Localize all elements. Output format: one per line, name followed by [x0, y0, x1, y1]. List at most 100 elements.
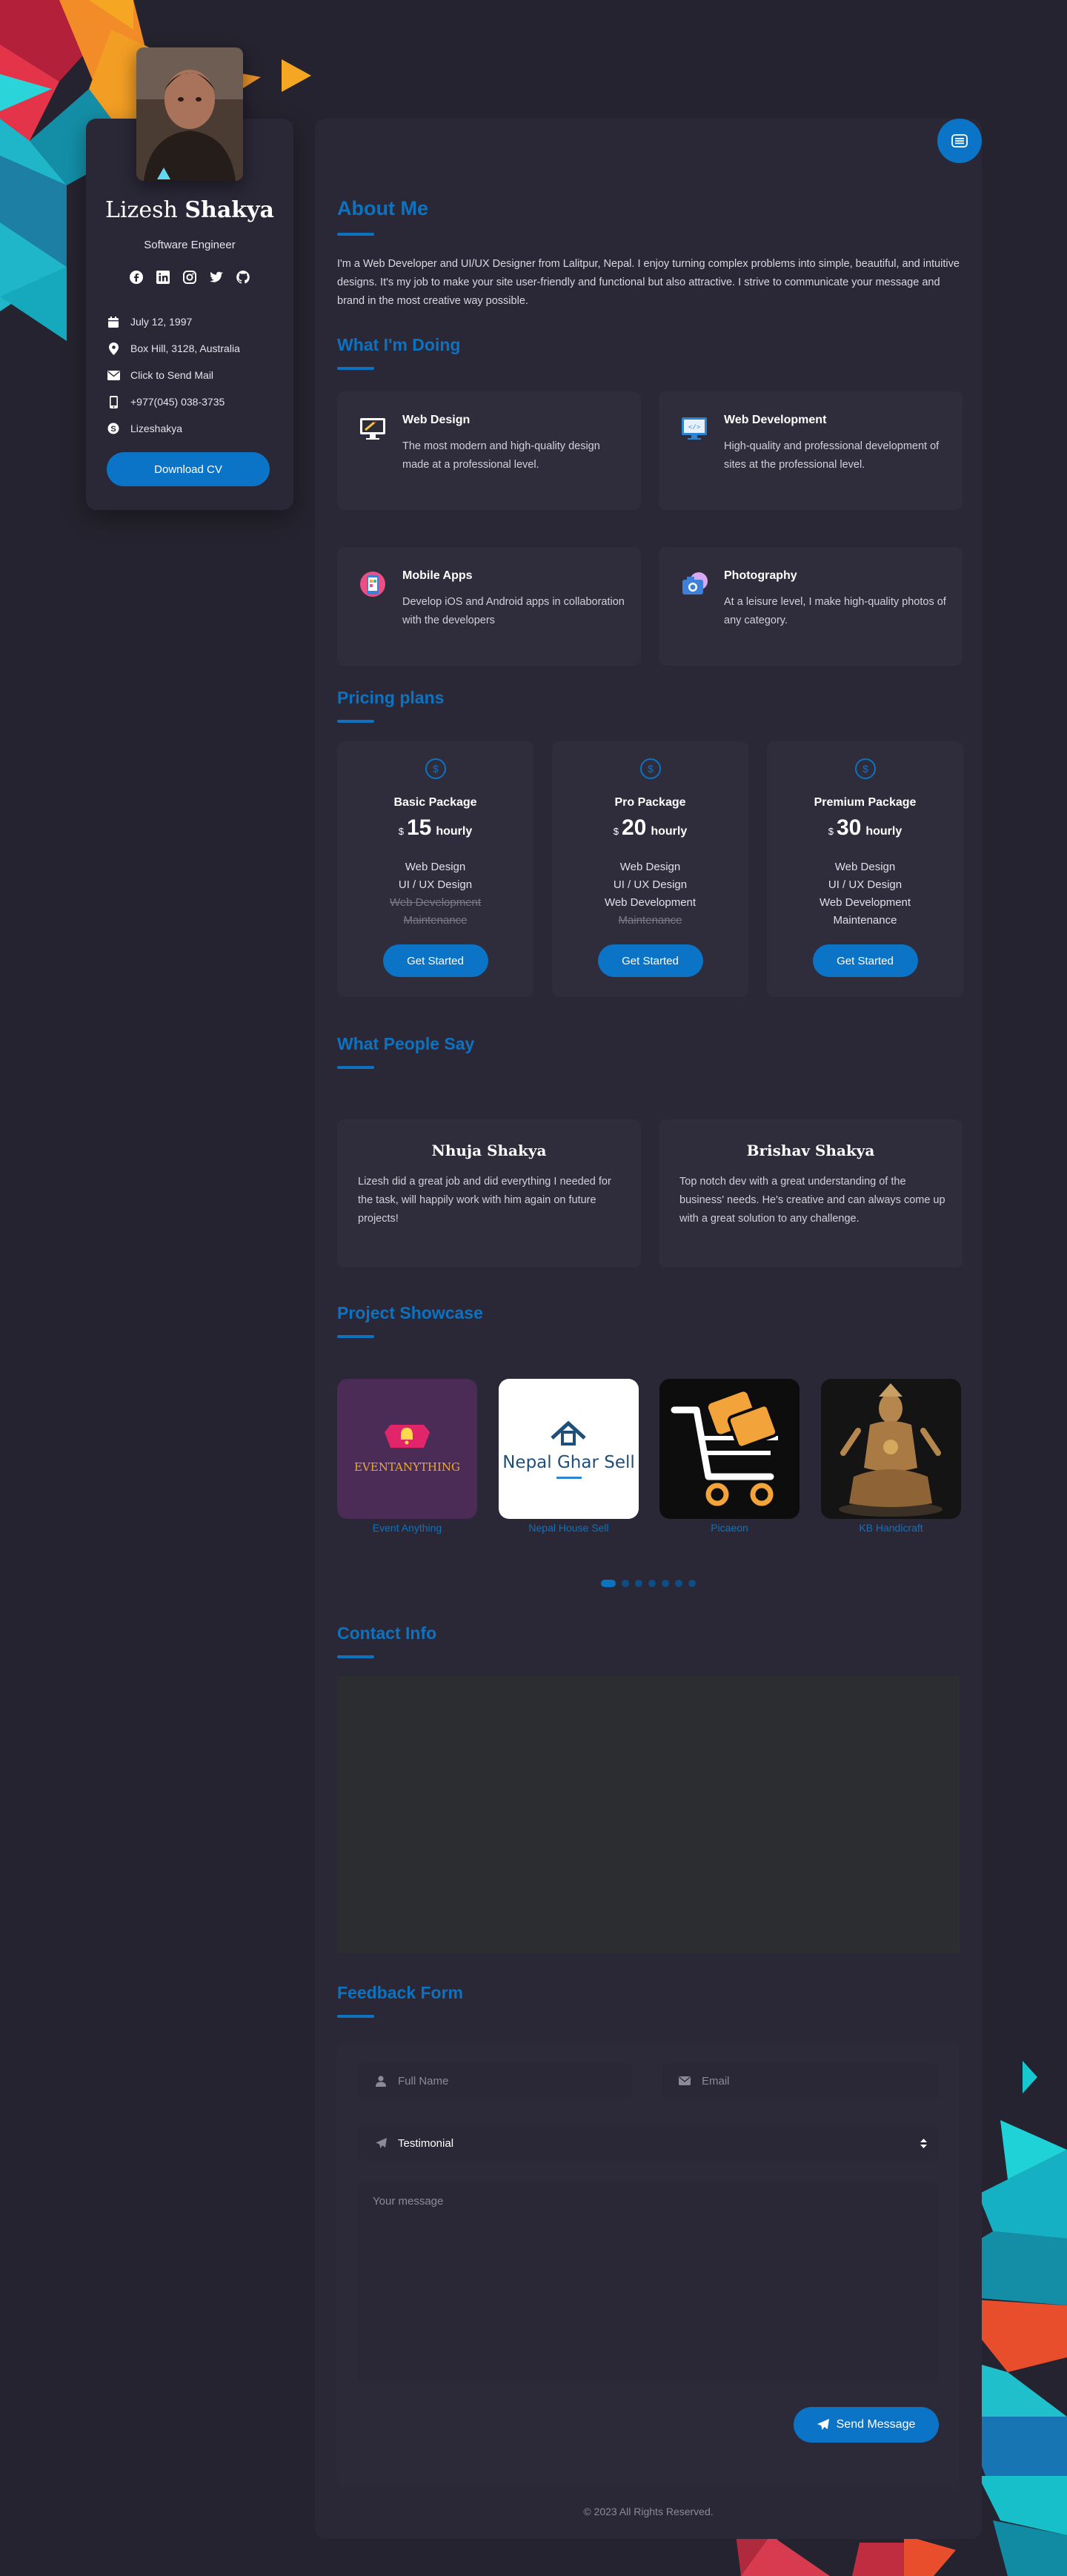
feature-item: UI / UX Design	[828, 878, 903, 891]
get-started-button[interactable]: Get Started	[812, 944, 918, 977]
package-name: Basic Package	[393, 796, 477, 809]
project-logo-text: EVENTANYTHING	[354, 1460, 460, 1474]
about-text: I'm a Web Developer and UI/UX Designer f…	[337, 258, 960, 307]
project-label[interactable]: Event Anything	[337, 1522, 477, 1534]
profile-sidebar: Lizesh Shakya Software Engineer July 12,…	[86, 47, 293, 510]
pricing-card-pro: $ Pro Package $20 hourly Web Design UI / …	[552, 741, 748, 997]
feature-item: UI / UX Design	[613, 878, 688, 891]
full-name-placeholder: Full Name	[398, 2074, 449, 2087]
package-name: Pro Package	[614, 796, 686, 809]
feedback-underline	[337, 2015, 374, 2018]
project-label[interactable]: Picaeon	[659, 1522, 800, 1534]
map-embed[interactable]	[337, 1675, 960, 1953]
twitter-icon[interactable]	[209, 270, 224, 285]
service-card-photography: Photography At a leisure level, I make h…	[659, 547, 963, 666]
avatar	[136, 47, 243, 181]
service-card-web-development: </> Web Development High-quality and pro…	[659, 391, 963, 510]
project-label[interactable]: KB Handicraft	[821, 1522, 961, 1534]
testimonial-name: Brishav Shakya	[746, 1142, 875, 1159]
slider-dot[interactable]	[688, 1580, 696, 1587]
about-underline	[337, 233, 374, 236]
footer-copyright: © 2023 All Rights Reserved.	[583, 2506, 714, 2517]
slider-dot[interactable]	[662, 1580, 669, 1587]
slider-dot[interactable]	[675, 1580, 682, 1587]
pricing-title: Pricing plans	[337, 688, 445, 707]
slider-dot[interactable]	[601, 1580, 616, 1587]
pricing-card-premium: $ Premium Package $30 hourly Web Design U…	[767, 741, 963, 997]
phone-text: +977(045) 038-3735	[130, 396, 225, 408]
testimonial-card: Brishav Shakya Top notch dev with a grea…	[659, 1119, 963, 1268]
projects-underline	[337, 1335, 374, 1338]
package-price: $30 hourly	[828, 815, 903, 840]
email-placeholder: Email	[702, 2074, 730, 2087]
slider-dot[interactable]	[622, 1580, 629, 1587]
projects-title: Project Showcase	[337, 1303, 483, 1322]
project-thumbnail[interactable]	[821, 1379, 961, 1519]
birthday-text: July 12, 1997	[130, 316, 193, 328]
slider-dots	[315, 1580, 982, 1587]
svg-text:$: $	[648, 763, 654, 775]
services-underline	[337, 367, 374, 370]
get-started-button[interactable]: Get Started	[382, 944, 488, 977]
project-thumbnail[interactable]	[659, 1379, 800, 1519]
camera-icon	[679, 569, 709, 599]
download-cv-button[interactable]: Download CV	[107, 452, 270, 486]
dollar-circle-icon: $	[425, 758, 446, 779]
slider-dot[interactable]	[648, 1580, 656, 1587]
slider-dot[interactable]	[635, 1580, 642, 1587]
instagram-icon[interactable]	[182, 270, 197, 285]
service-card-web-design: Web Design The most modern and high-qual…	[337, 391, 641, 510]
phone-row: +977(045) 038-3735	[107, 388, 279, 415]
dollar-circle-icon: $	[639, 758, 661, 779]
service-title: Photography	[724, 569, 797, 582]
paper-plane-icon	[374, 2136, 388, 2150]
message-textarea[interactable]: Your message	[358, 2182, 939, 2382]
service-title: Mobile Apps	[402, 569, 473, 582]
social-links	[86, 270, 293, 285]
contact-underline	[337, 1655, 374, 1658]
profile-name: Lizesh Shakya	[105, 197, 274, 223]
services-title: What I'm Doing	[337, 335, 461, 354]
svg-text:$: $	[862, 763, 868, 775]
project-thumbnail[interactable]: EVENTANYTHING	[337, 1379, 477, 1519]
feature-item: Web Design	[834, 861, 896, 873]
mobile-phone-icon	[107, 395, 120, 408]
get-started-button[interactable]: Get Started	[597, 944, 703, 977]
project-item[interactable]: EVENTANYTHING Event Anything	[337, 1379, 477, 1534]
project-thumbnail[interactable]: Nepal Ghar Sell	[499, 1379, 639, 1519]
service-title: Web Design	[402, 414, 471, 426]
project-item[interactable]: Picaeon	[659, 1379, 800, 1534]
service-card-mobile-apps: Mobile Apps Develop iOS and Android apps…	[337, 547, 641, 666]
send-message-label: Send Message	[836, 2418, 916, 2431]
svg-text:</>: </>	[688, 424, 700, 431]
feature-item-excluded: Maintenance	[618, 914, 682, 927]
send-message-button[interactable]: Send Message	[794, 2407, 939, 2443]
project-label[interactable]: Nepal House Sell	[499, 1522, 639, 1534]
feedback-type-select[interactable]: Testimonial	[358, 2125, 939, 2161]
email-field[interactable]: Email	[662, 2063, 939, 2099]
testimonial-text: Lizesh did a great job and did everythin…	[358, 1176, 611, 1225]
email-link[interactable]: Click to Send Mail	[130, 369, 213, 381]
email-row[interactable]: Click to Send Mail	[107, 362, 279, 388]
mobile-apps-icon	[358, 569, 388, 599]
service-text: The most modern and high-quality design …	[402, 440, 600, 471]
service-text: High-quality and professional developmen…	[724, 440, 940, 471]
envelope-icon	[107, 368, 120, 382]
facebook-icon[interactable]	[129, 270, 144, 285]
package-price: $15 hourly	[398, 815, 473, 840]
project-item[interactable]: KB Handicraft	[821, 1379, 961, 1534]
project-item[interactable]: Nepal Ghar Sell Nepal House Sell	[499, 1379, 639, 1534]
testimonials-underline	[337, 1066, 374, 1069]
linkedin-icon[interactable]	[156, 270, 170, 285]
hamburger-menu-icon	[951, 134, 968, 148]
feature-item: Maintenance	[833, 914, 897, 927]
menu-button[interactable]	[937, 119, 982, 163]
testimonial-card: Nhuja Shakya Lizesh did a great job and …	[337, 1119, 641, 1268]
github-icon[interactable]	[236, 270, 250, 285]
paper-plane-icon	[817, 2419, 829, 2430]
feature-item-excluded: Maintenance	[403, 914, 468, 927]
testimonial-name: Nhuja Shakya	[431, 1142, 547, 1159]
feedback-title: Feedback Form	[337, 1983, 463, 2002]
feature-list: Web Design UI / UX Design Web Developmen…	[337, 858, 534, 930]
full-name-field[interactable]: Full Name	[358, 2063, 632, 2099]
